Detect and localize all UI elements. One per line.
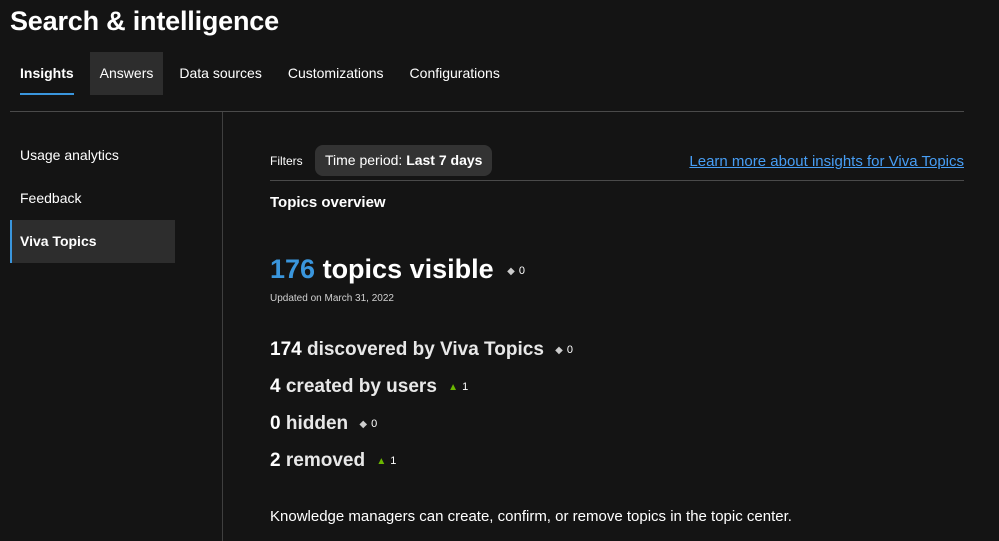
diamond-icon: ◆ <box>507 265 515 277</box>
filters-label: Filters <box>270 154 303 168</box>
up-arrow-icon: ▲ <box>448 381 459 393</box>
stat-label: created by users <box>285 376 437 397</box>
up-arrow-icon: ▲ <box>376 455 387 467</box>
delta-value: 0 <box>566 343 573 356</box>
stat-delta: ▲ 1 <box>376 455 396 467</box>
tab-insights[interactable]: Insights <box>10 52 84 95</box>
tab-data-sources[interactable]: Data sources <box>169 52 271 95</box>
header-divider <box>10 111 964 112</box>
stat-number: 4 <box>270 376 281 397</box>
sidebar-item-feedback[interactable]: Feedback <box>10 177 175 220</box>
delta-value: 0 <box>371 417 378 430</box>
topics-visible-delta: ◆ 0 <box>507 265 525 277</box>
sidebar-nav: Usage analytics Feedback Viva Topics <box>10 134 175 263</box>
delta-value: 1 <box>390 454 397 467</box>
topics-visible-count: 176 <box>270 254 316 284</box>
content-divider <box>270 180 964 181</box>
stat-number: 0 <box>270 413 281 434</box>
learn-more-link[interactable]: Learn more about insights for Viva Topic… <box>689 153 964 170</box>
tab-configurations[interactable]: Configurations <box>400 52 510 95</box>
stat-label: discovered by Viva Topics <box>306 339 544 360</box>
delta-value: 1 <box>462 380 469 393</box>
stat-removed: 2 removed ▲ 1 <box>270 450 396 472</box>
stat-delta: ▲ 1 <box>448 381 468 393</box>
diamond-icon: ◆ <box>555 344 563 356</box>
stat-delta: ◆ 0 <box>359 418 377 430</box>
stat-number: 2 <box>270 450 281 471</box>
stat-label: hidden <box>285 413 349 434</box>
sidebar-item-usage-analytics[interactable]: Usage analytics <box>10 134 175 177</box>
time-period-prefix: Time period: <box>325 152 403 168</box>
updated-date: Updated on March 31, 2022 <box>270 293 394 304</box>
time-period-value: Last 7 days <box>406 152 483 168</box>
time-period-filter[interactable]: Time period: Last 7 days <box>315 145 493 176</box>
topics-visible-summary: 176 topics visible ◆ 0 <box>270 254 525 285</box>
sidebar-divider <box>222 112 223 541</box>
stat-discovered: 174 discovered by Viva Topics ◆ 0 <box>270 339 573 361</box>
sidebar-item-viva-topics[interactable]: Viva Topics <box>10 220 175 263</box>
topics-visible-label: topics visible <box>322 254 494 284</box>
tab-customizations[interactable]: Customizations <box>278 52 394 95</box>
topic-center-note: Knowledge managers can create, confirm, … <box>270 508 792 525</box>
section-title: Topics overview <box>270 194 386 211</box>
stat-number: 174 <box>270 339 302 360</box>
delta-value: 0 <box>518 264 525 277</box>
stat-hidden: 0 hidden ◆ 0 <box>270 413 377 435</box>
stat-delta: ◆ 0 <box>555 344 573 356</box>
tab-answers[interactable]: Answers <box>89 52 164 95</box>
diamond-icon: ◆ <box>359 418 368 430</box>
page-title: Search & intelligence <box>10 6 279 36</box>
stat-label: removed <box>285 450 366 471</box>
stat-created: 4 created by users ▲ 1 <box>270 376 468 398</box>
tab-bar: Insights Answers Data sources Customizat… <box>10 52 510 95</box>
page: Search & intelligence Insights Answers D… <box>0 0 999 541</box>
